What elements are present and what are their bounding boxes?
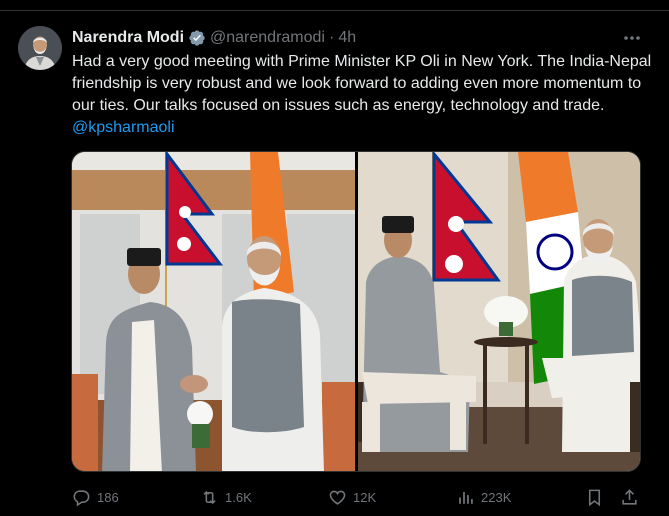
tweet-text: Had a very good meeting with Prime Minis… (72, 51, 652, 139)
reply-icon (73, 489, 90, 507)
tweet[interactable]: Narendra Modi @narendramodi · 4h Had a v… (0, 11, 669, 516)
share-button[interactable] (620, 487, 639, 507)
action-bar: 186 1.6K 12K 223K (72, 487, 648, 507)
like-count: 12K (353, 489, 377, 505)
repost-icon (203, 490, 216, 504)
repost-count: 1.6K (225, 489, 252, 505)
more-icon[interactable] (621, 29, 643, 47)
bookmark-button[interactable] (585, 487, 604, 507)
like-icon (329, 490, 346, 505)
repost-button[interactable]: 1.6K (200, 487, 252, 507)
views-button[interactable]: 223K (456, 487, 511, 507)
views-icon (459, 491, 473, 504)
share-icon (622, 488, 637, 505)
mention-link[interactable]: @kpsharmaoli (72, 119, 175, 136)
author-handle[interactable]: @narendramodi (210, 29, 325, 47)
tweet-header: Narendra Modi @narendramodi · 4h (72, 28, 356, 48)
tweet-body: Had a very good meeting with Prime Minis… (72, 53, 652, 114)
author-name[interactable]: Narendra Modi (72, 29, 184, 47)
like-button[interactable]: 12K (328, 487, 376, 507)
media-photo-1[interactable] (72, 152, 355, 471)
reply-count: 186 (97, 489, 119, 505)
views-count: 223K (481, 489, 512, 505)
media-photo-2[interactable] (358, 152, 640, 471)
verified-badge-icon (189, 30, 205, 46)
bookmark-icon (588, 489, 601, 506)
reply-button[interactable]: 186 (72, 487, 119, 507)
media-grid (71, 151, 641, 472)
tweet-time[interactable]: 4h (338, 29, 356, 47)
avatar[interactable] (18, 26, 62, 70)
header-separator: · (328, 29, 335, 46)
